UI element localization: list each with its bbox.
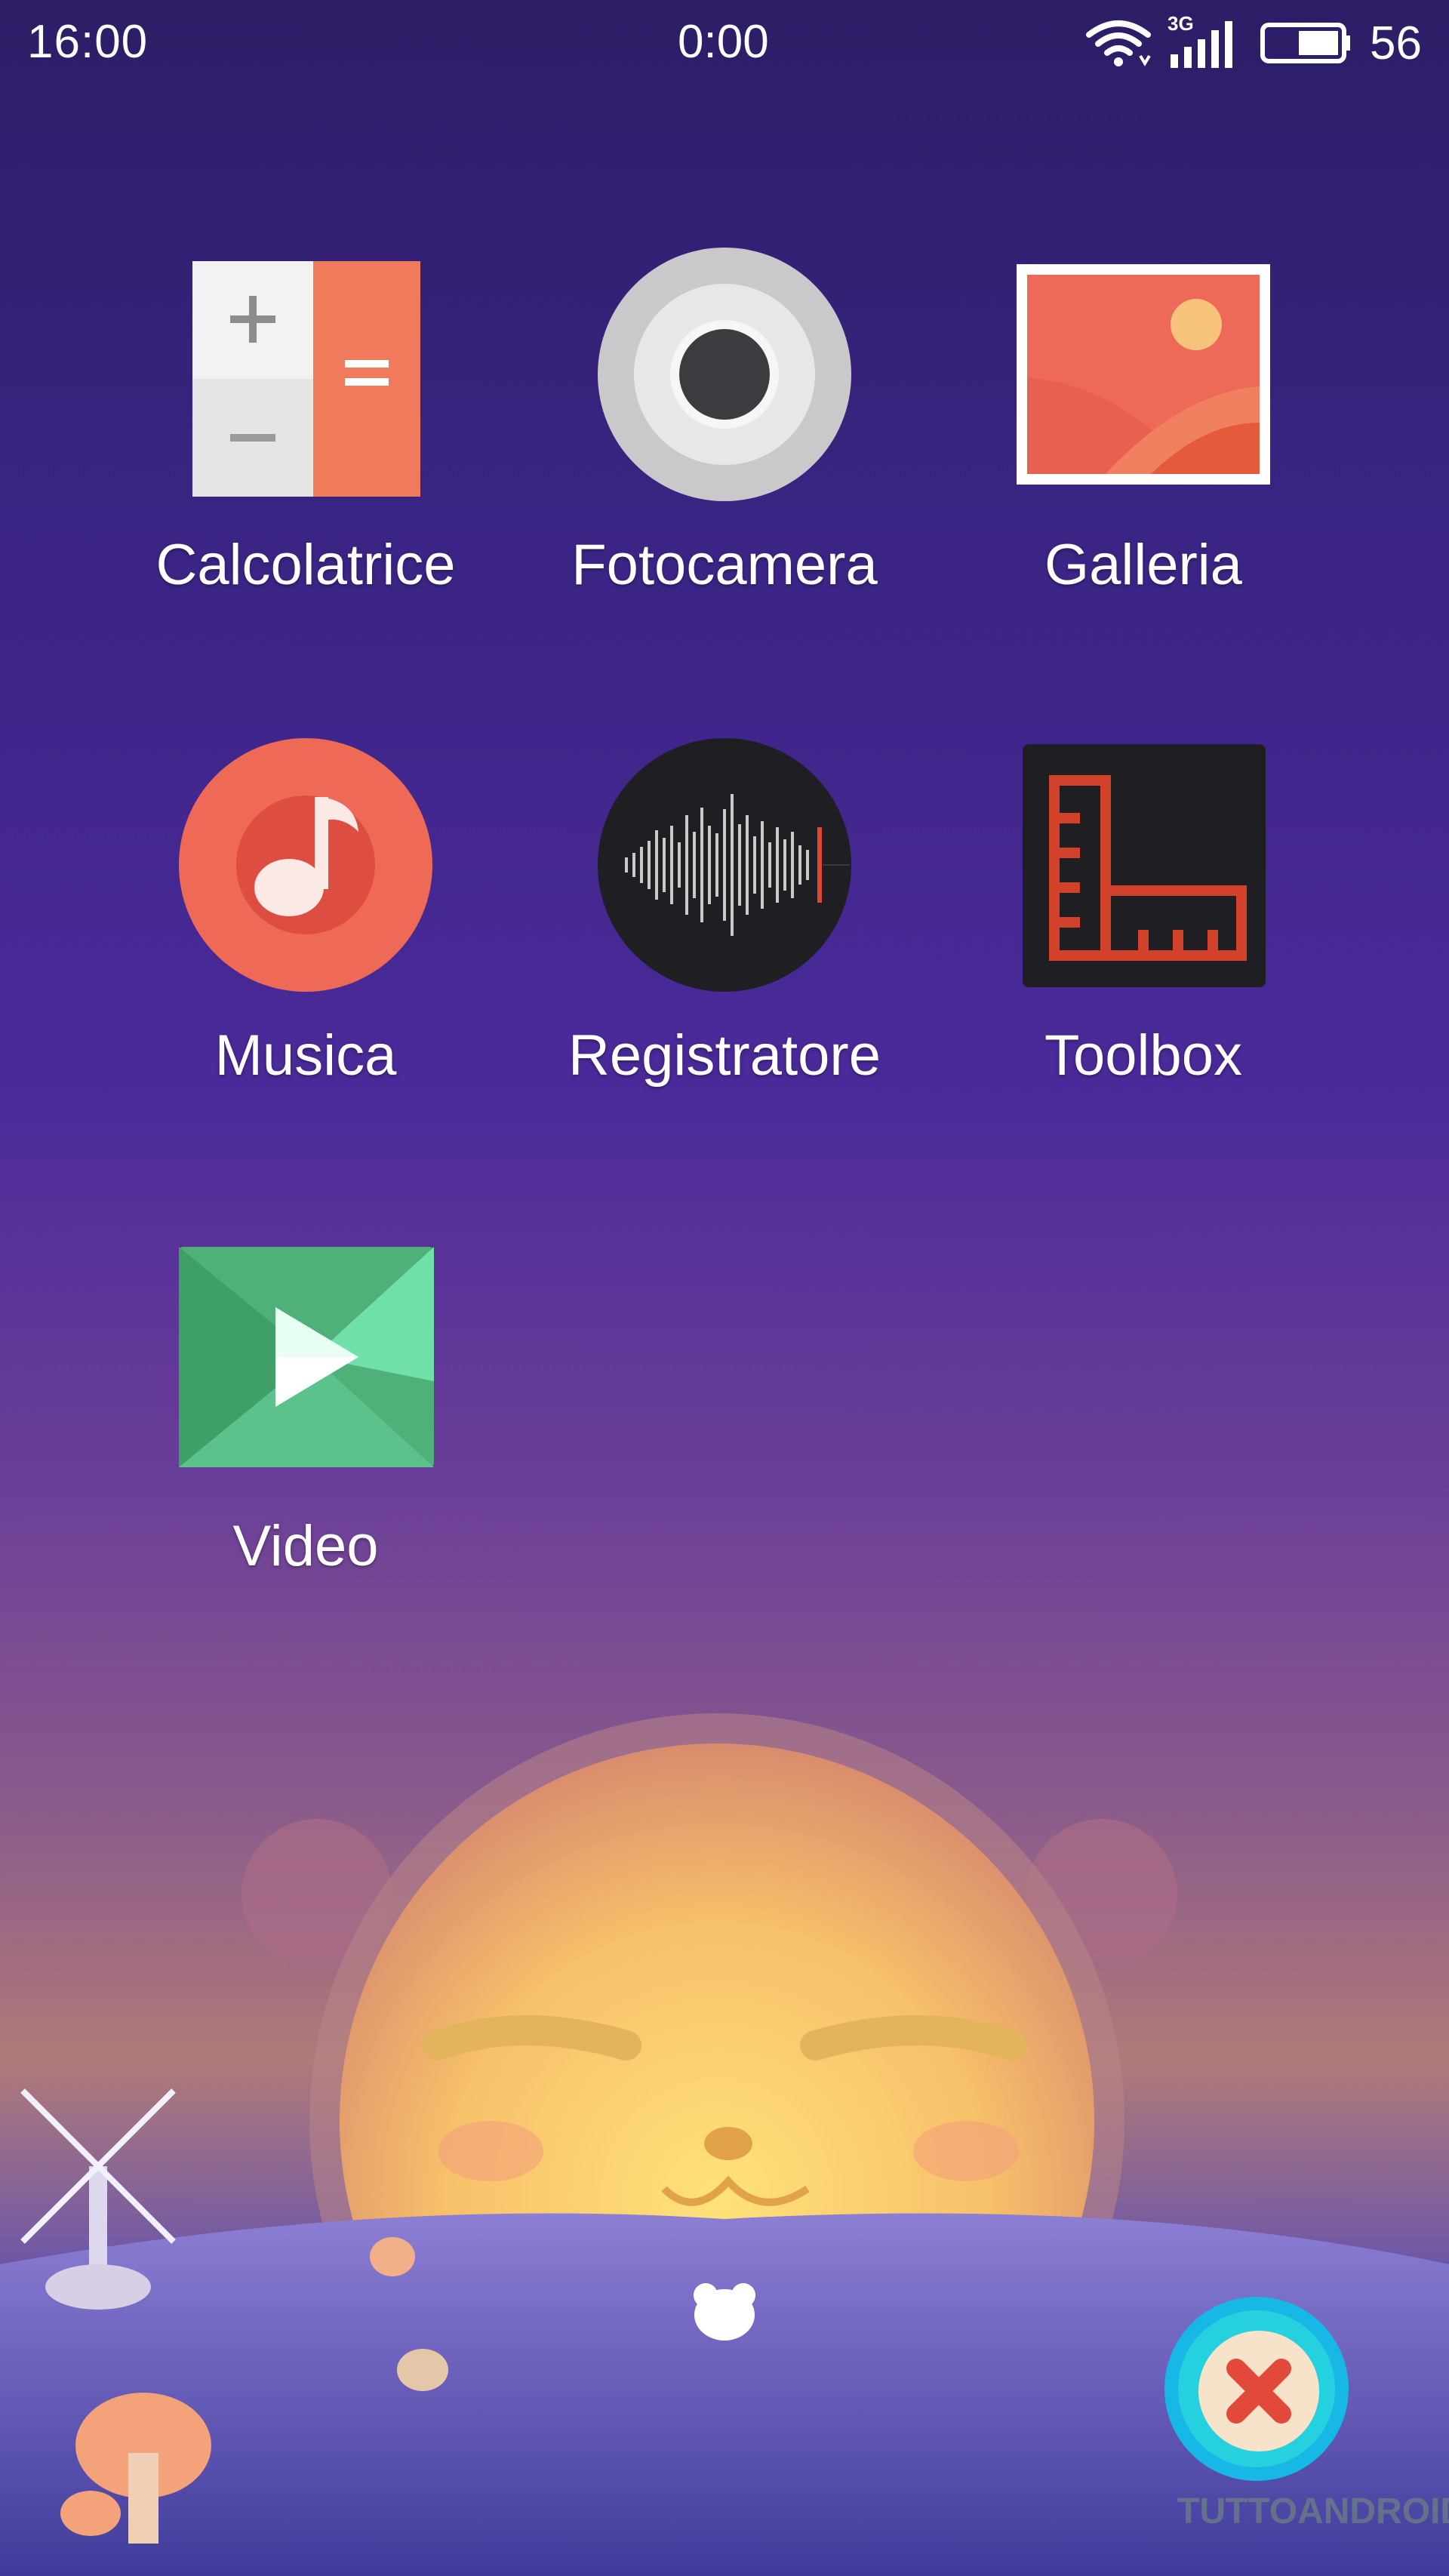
video-icon xyxy=(179,1247,434,1467)
music-icon xyxy=(179,738,432,992)
status-bar: 16:00 0:00 3G 56 xyxy=(0,0,1449,85)
signal-icon: 3G xyxy=(1168,12,1243,69)
app-galleria[interactable]: Galleria xyxy=(985,242,1302,597)
app-calcolatrice[interactable]: Calcolatrice xyxy=(147,242,464,597)
app-video[interactable]: Video xyxy=(147,1223,464,1578)
app-label: Galleria xyxy=(1044,533,1242,597)
calculator-icon xyxy=(192,261,420,497)
camera-icon xyxy=(598,248,851,501)
app-label: Registratore xyxy=(568,1023,881,1088)
status-center-clock: 0:00 xyxy=(678,16,769,68)
app-label: Calcolatrice xyxy=(155,533,456,597)
app-label: Musica xyxy=(214,1023,397,1088)
close-icon[interactable] xyxy=(1162,2294,1351,2483)
battery-level: 56 xyxy=(1370,17,1422,69)
app-registratore[interactable]: Registratore xyxy=(566,732,883,1088)
app-fotocamera[interactable]: Fotocamera xyxy=(566,242,883,597)
toolbox-icon xyxy=(1023,744,1266,987)
recorder-icon xyxy=(598,738,851,992)
app-label: Toolbox xyxy=(1044,1023,1242,1088)
app-label: Fotocamera xyxy=(571,533,878,597)
gallery-icon xyxy=(1017,264,1270,485)
status-time: 16:00 xyxy=(27,16,149,68)
status-icons: 3G 56 xyxy=(1086,12,1422,69)
wifi-icon xyxy=(1086,20,1152,66)
app-label: Video xyxy=(232,1514,379,1578)
app-toolbox[interactable]: Toolbox xyxy=(985,732,1302,1088)
app-musica[interactable]: Musica xyxy=(147,732,464,1088)
battery-icon xyxy=(1260,23,1351,63)
bear-handle-icon[interactable] xyxy=(691,2276,758,2344)
watermark: TUTTOANDROID xyxy=(1177,2491,1449,2531)
